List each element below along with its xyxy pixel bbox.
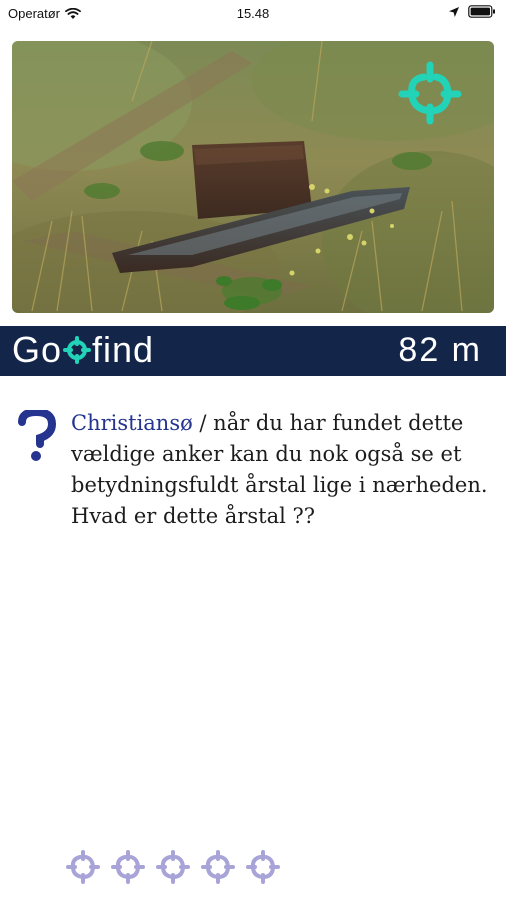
status-time: 15.48 xyxy=(236,6,270,21)
brand-bar: Go find 82 m xyxy=(0,326,506,376)
crosshair-attempt-icon xyxy=(66,850,100,884)
clue-place-name[interactable]: Christiansø xyxy=(71,411,193,435)
logo-text-left: Go xyxy=(12,329,63,370)
battery-icon xyxy=(468,5,495,18)
crosshair-target-icon[interactable] xyxy=(398,61,464,127)
crosshair-attempt-icon xyxy=(156,850,190,884)
logo-text-right: find xyxy=(92,329,155,370)
clue-text: Christiansø / når du har fundet dette væ… xyxy=(71,408,501,532)
crosshair-attempt-icon xyxy=(111,850,145,884)
question-mark-icon xyxy=(18,410,56,461)
attempts-row xyxy=(66,850,280,884)
status-bar: Operatør 15.48 xyxy=(0,0,506,28)
crosshair-attempt-icon xyxy=(201,850,235,884)
logo-crosshair-o-icon xyxy=(63,336,92,364)
distance-readout: 82 m xyxy=(398,331,482,369)
location-arrow-icon xyxy=(449,6,459,17)
goofind-logo: Go find xyxy=(12,329,154,371)
clue-photo xyxy=(12,41,494,313)
crosshair-attempt-icon xyxy=(246,850,280,884)
status-right-group xyxy=(448,5,496,18)
